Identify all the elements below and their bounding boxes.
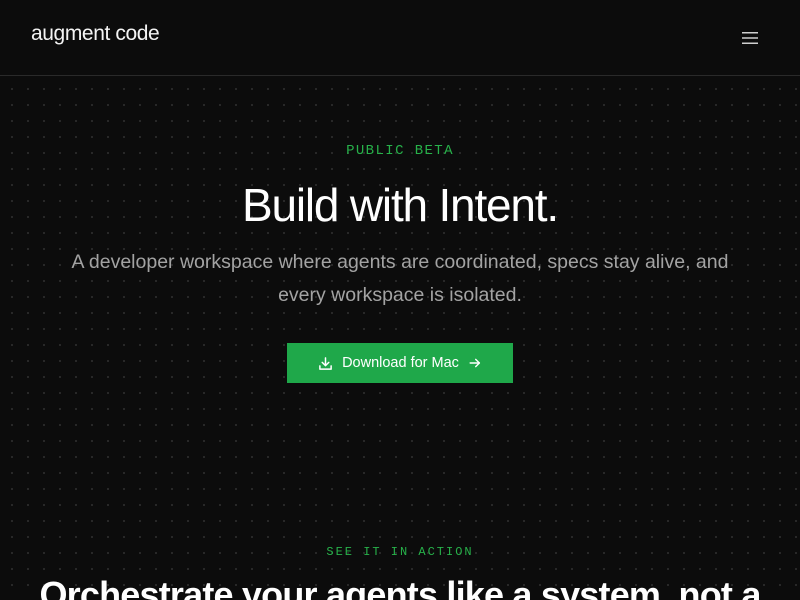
download-button-label: Download for Mac — [342, 355, 459, 371]
arrow-right-icon — [468, 356, 482, 370]
section-title: Orchestrate your agents like a system, n… — [39, 574, 761, 600]
logo[interactable]: augment code — [31, 22, 160, 46]
hero-eyebrow: PUBLIC BETA — [346, 143, 454, 159]
download-icon — [318, 356, 333, 371]
site-header: augment code — [0, 0, 800, 76]
main-content: PUBLIC BETA Build with Intent. A develop… — [0, 77, 800, 600]
section-eyebrow: SEE IT IN ACTION — [326, 545, 474, 559]
menu-button[interactable] — [734, 25, 766, 51]
hamburger-menu-icon — [742, 32, 758, 44]
hero-title: Build with Intent. — [242, 179, 559, 231]
hero-subtitle: A developer workspace where agents are c… — [71, 251, 729, 306]
page: augment code PUBLIC BETA Build with Inte… — [0, 0, 800, 600]
download-for-mac-button[interactable]: Download for Mac — [287, 343, 513, 383]
